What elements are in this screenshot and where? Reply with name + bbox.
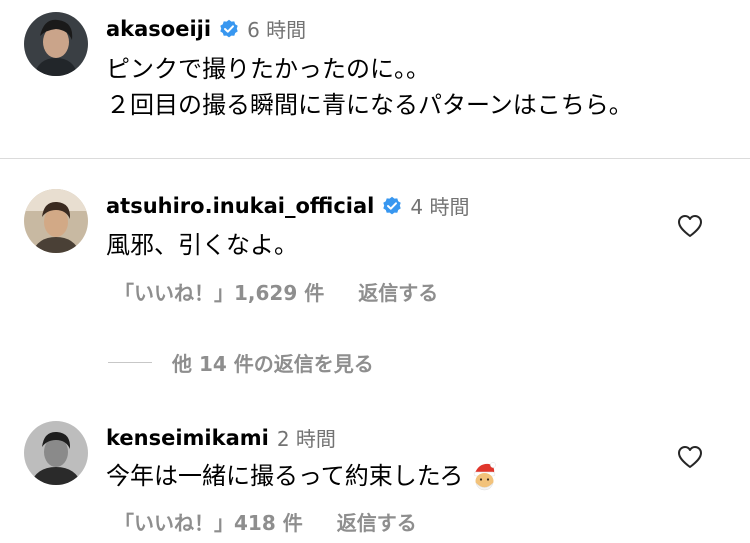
comment-header: atsuhiro.inukai_official 4 時間 [106, 191, 469, 220]
verified-badge-icon [219, 19, 239, 39]
view-replies-label: 他 14 件の返信を見る [172, 352, 374, 376]
verified-badge-icon [382, 196, 402, 216]
avatar[interactable] [24, 421, 88, 485]
reply-button[interactable]: 返信する [358, 277, 438, 306]
reply-button[interactable]: 返信する [337, 507, 417, 536]
view-replies-button[interactable]: 他 14 件の返信を見る [108, 348, 374, 377]
comment-text: 風邪、引くなよ。 [106, 231, 298, 259]
avatar[interactable] [24, 12, 88, 76]
caption-line-2: ２回目の撮る瞬間に青になるパターンはこちら。 [106, 91, 633, 119]
comment-meta: 「いいね！」1,629 件 返信する [114, 277, 438, 306]
username[interactable]: atsuhiro.inukai_official [106, 194, 374, 218]
divider-line [108, 362, 152, 363]
username[interactable]: akasoeiji [106, 17, 211, 41]
comment-meta: 「いいね！」418 件 返信する [114, 507, 417, 536]
likes-count[interactable]: 「いいね！」418 件 [114, 507, 303, 536]
comment-text-row: 今年は一緒に撮るって約束したろ [106, 461, 499, 491]
timestamp: 6 時間 [247, 18, 307, 42]
like-heart-icon[interactable] [677, 214, 703, 238]
santa-face-emoji-icon [469, 461, 499, 491]
username[interactable]: kenseimikami [106, 426, 269, 450]
caption-header: akasoeiji 6 時間 [106, 14, 306, 43]
caption-line-1: ピンクで撮りたかったのに。。 [106, 55, 430, 83]
likes-count[interactable]: 「いいね！」1,629 件 [114, 277, 324, 306]
timestamp: 4 時間 [410, 195, 470, 219]
like-heart-icon[interactable] [677, 445, 703, 469]
comment-header: kenseimikami 2 時間 [106, 423, 336, 452]
timestamp: 2 時間 [276, 427, 336, 451]
post-caption: akasoeiji 6 時間 ピンクで撮りたかったのに。。 ２回目の撮る瞬間に青… [0, 0, 750, 159]
avatar[interactable] [24, 189, 88, 253]
comment-text: 今年は一緒に撮るって約束したろ [106, 462, 464, 490]
